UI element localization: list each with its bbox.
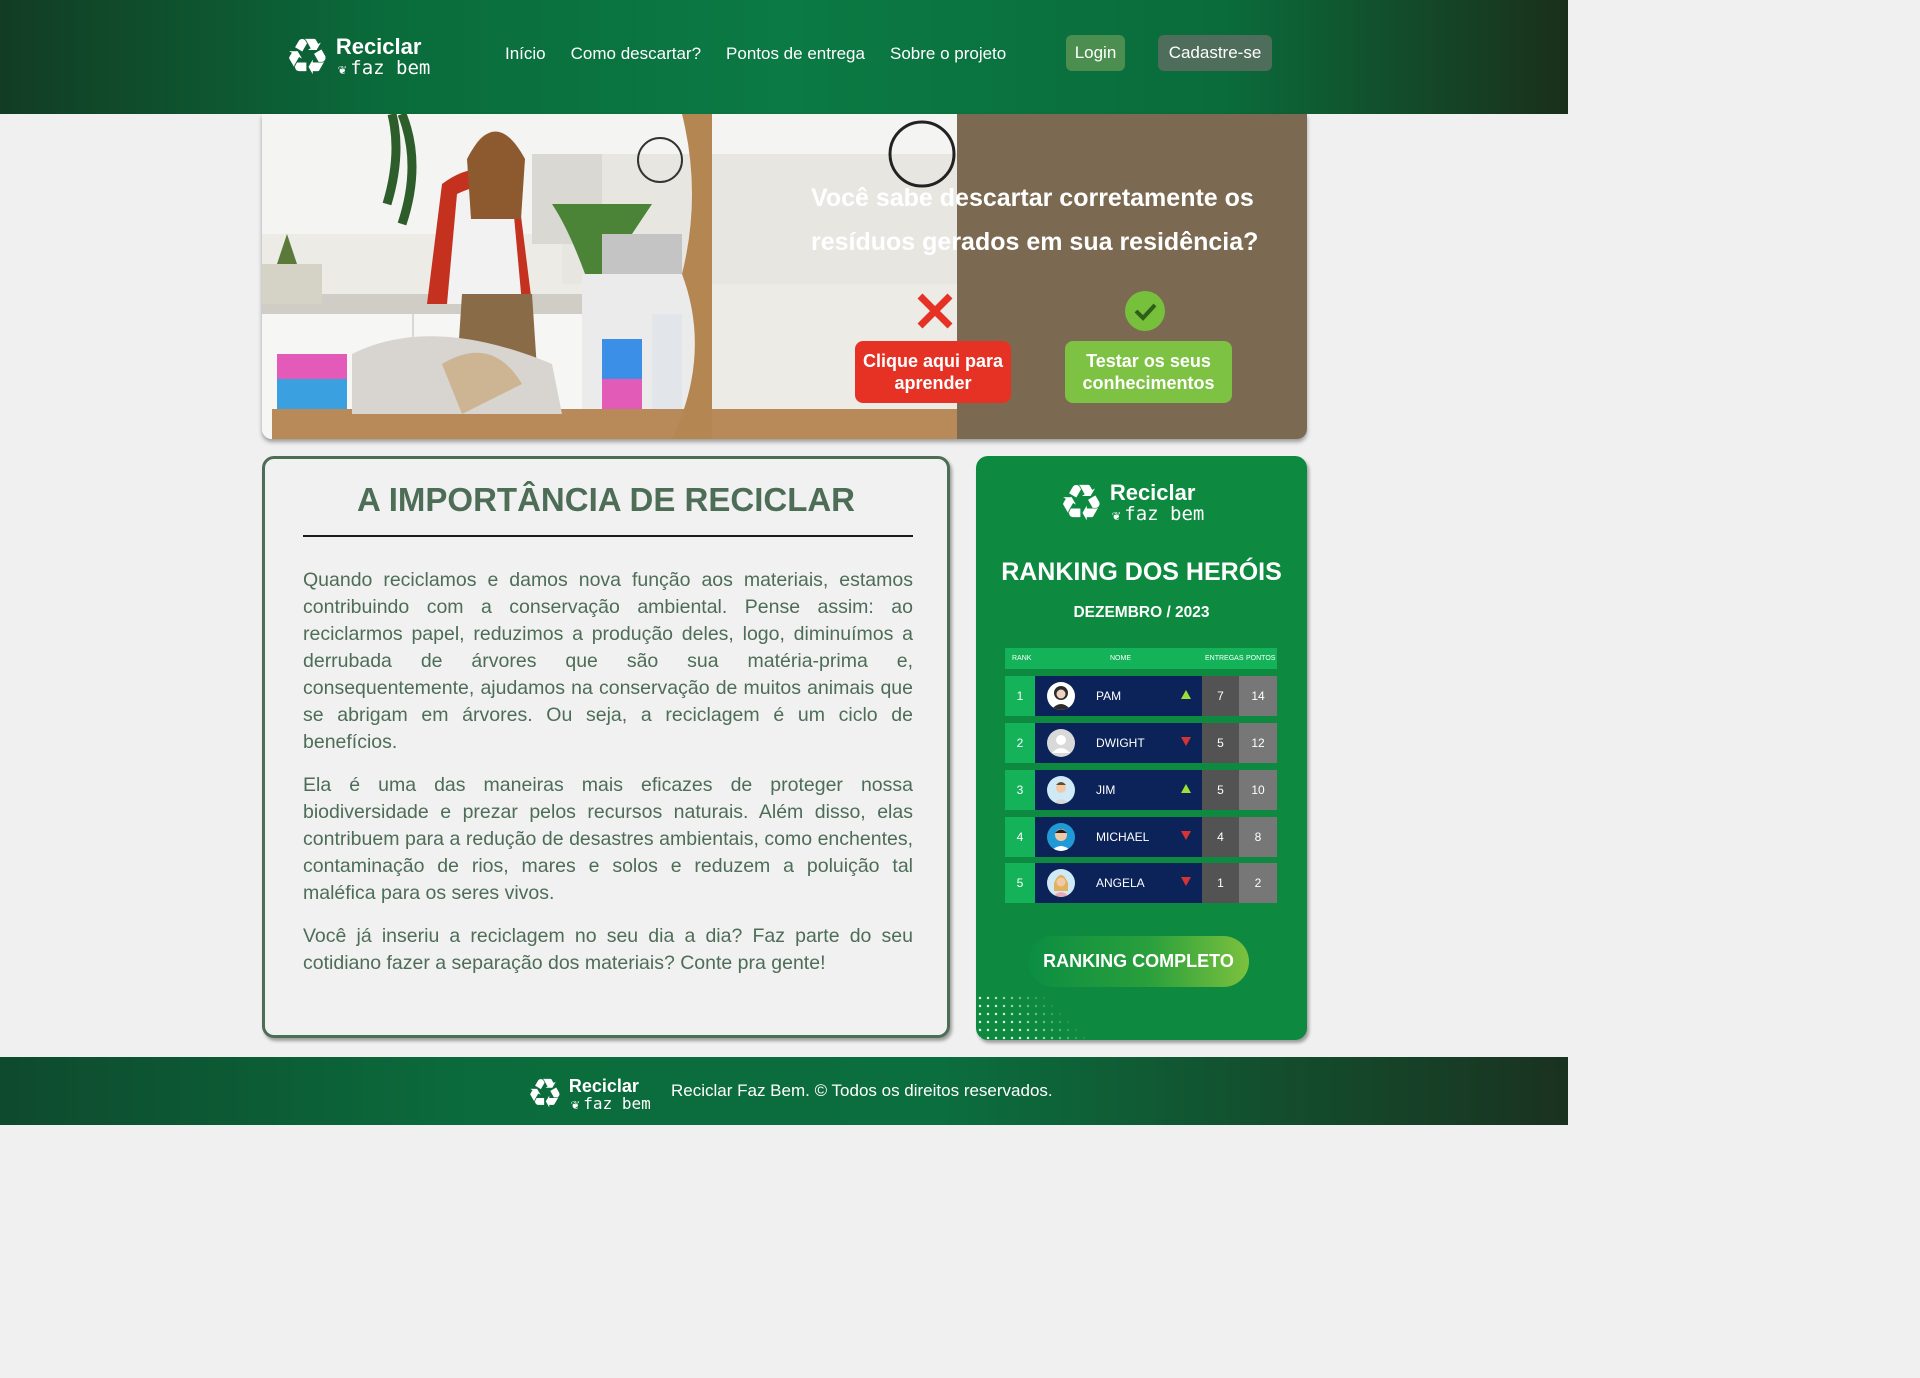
ranking-panel: ♻ Reciclar ❦ faz bem RANKING DOS HERÓIS D… (976, 456, 1307, 1040)
trend-up-icon (1181, 784, 1191, 793)
test-knowledge-button[interactable]: Testar os seus conhecimentos (1065, 341, 1232, 403)
logo-text-line2: faz bem (350, 57, 431, 79)
importance-article: A IMPORTÂNCIA DE RECICLAR Quando recicla… (262, 456, 950, 1038)
logo-text-line2: faz bem (583, 1093, 651, 1113)
leaf-icon: ❦ (1111, 508, 1121, 524)
logo-text-line1: Reciclar (568, 1075, 639, 1096)
points-value: 8 (1239, 817, 1277, 857)
nav-item-sobre-o-projeto[interactable]: Sobre o projeto (890, 44, 1006, 64)
recycle-icon: ♻ (1059, 474, 1104, 532)
footer-logo: ♻ Reciclar ❦ faz bem (527, 1074, 651, 1114)
article-paragraph: Quando reciclamos e damos nova função ao… (303, 569, 913, 753)
trend-down-icon (1181, 831, 1191, 840)
avatar (1047, 729, 1075, 757)
header-points: PONTOS (1246, 655, 1276, 662)
full-ranking-button[interactable]: RANKING COMPLETO (1028, 936, 1249, 987)
login-button[interactable]: Login (1066, 35, 1125, 71)
ranking-table-header: RANK NOME ENTREGAS PONTOS (1005, 648, 1277, 669)
ranking-logo: ♻ Reciclar ❦ faz bem (1059, 478, 1204, 528)
points-value: 2 (1239, 863, 1277, 903)
ranking-row: 2 DWIGHT 5 12 (1005, 723, 1277, 763)
points-value: 10 (1239, 770, 1277, 810)
site-footer: ♻ Reciclar ❦ faz bem Reciclar Faz Bem. © … (0, 1057, 1568, 1125)
rank-number: 3 (1005, 770, 1035, 810)
rank-number: 2 (1005, 723, 1035, 763)
title-divider (303, 535, 913, 537)
ranking-row: 1 PAM 7 14 (1005, 676, 1277, 716)
rank-number: 4 (1005, 817, 1035, 857)
article-body: Quando reciclamos e damos nova função ao… (303, 567, 913, 993)
article-title: A IMPORTÂNCIA DE RECICLAR (356, 481, 856, 518)
copyright-text: Reciclar Faz Bem. © Todos os direitos re… (671, 1081, 1053, 1100)
avatar (1047, 823, 1075, 851)
leaf-icon: ❦ (337, 62, 347, 78)
ranking-row: 3 JIM 5 10 (1005, 770, 1277, 810)
article-paragraph: Você já inseriu a reciclagem no seu dia … (303, 925, 913, 974)
points-value: 12 (1239, 723, 1277, 763)
avatar (1047, 776, 1075, 804)
article-paragraph: Ela é uma das maneiras mais eficazes de … (303, 774, 913, 904)
deliveries-value: 7 (1202, 676, 1239, 716)
deliveries-value: 4 (1202, 817, 1239, 857)
hero-question: Você sabe descartar corretamente os resí… (811, 184, 1259, 256)
deliveries-value: 5 (1202, 723, 1239, 763)
points-value: 14 (1239, 676, 1277, 716)
signup-button[interactable]: Cadastre-se (1158, 35, 1272, 71)
logo-text-line1: Reciclar (1109, 480, 1196, 505)
recycle-icon: ♻ (285, 28, 330, 86)
check-icon (1125, 291, 1165, 331)
avatar (1047, 682, 1075, 710)
header-deliveries: ENTREGAS (1205, 655, 1244, 662)
leaf-icon: ❦ (570, 1096, 580, 1113)
ranking-period: DEZEMBRO / 2023 (1073, 604, 1210, 621)
close-icon (917, 293, 953, 329)
site-header: ♻ Reciclar ❦ faz bem Início Como descarta… (0, 0, 1568, 114)
trend-up-icon (1181, 690, 1191, 699)
avatar (1047, 869, 1075, 897)
header-name: NOME (1110, 655, 1131, 662)
player-name: JIM (1096, 783, 1116, 797)
ranking-row: 4 MICHAEL 4 8 (1005, 817, 1277, 857)
logo-text-line1: Reciclar (335, 34, 422, 59)
nav-item-pontos-de-entrega[interactable]: Pontos de entrega (726, 44, 865, 64)
nav-item-inicio[interactable]: Início (505, 44, 546, 64)
rank-number: 1 (1005, 676, 1035, 716)
learn-button[interactable]: Clique aqui para aprender (855, 341, 1011, 403)
player-name: PAM (1096, 689, 1122, 703)
trend-down-icon (1181, 737, 1191, 746)
logo-text-line2: faz bem (1124, 503, 1205, 525)
header-rank: RANK (1012, 655, 1032, 662)
player-name: DWIGHT (1096, 736, 1145, 750)
dot-pattern-decoration (976, 994, 1086, 1040)
ranking-row: 5 ANGELA 1 2 (1005, 863, 1277, 903)
player-name: MICHAEL (1096, 830, 1150, 844)
header-logo[interactable]: ♻ Reciclar ❦ faz bem (285, 32, 430, 82)
main-nav: Início Como descartar? Pontos de entrega… (505, 44, 1006, 64)
ranking-title: RANKING DOS HERÓIS (1001, 558, 1282, 586)
recycle-icon: ♻ (527, 1071, 563, 1117)
deliveries-value: 5 (1202, 770, 1239, 810)
rank-number: 5 (1005, 863, 1035, 903)
deliveries-value: 1 (1202, 863, 1239, 903)
nav-item-como-descartar[interactable]: Como descartar? (571, 44, 701, 64)
trend-down-icon (1181, 877, 1191, 886)
player-name: ANGELA (1096, 876, 1145, 890)
